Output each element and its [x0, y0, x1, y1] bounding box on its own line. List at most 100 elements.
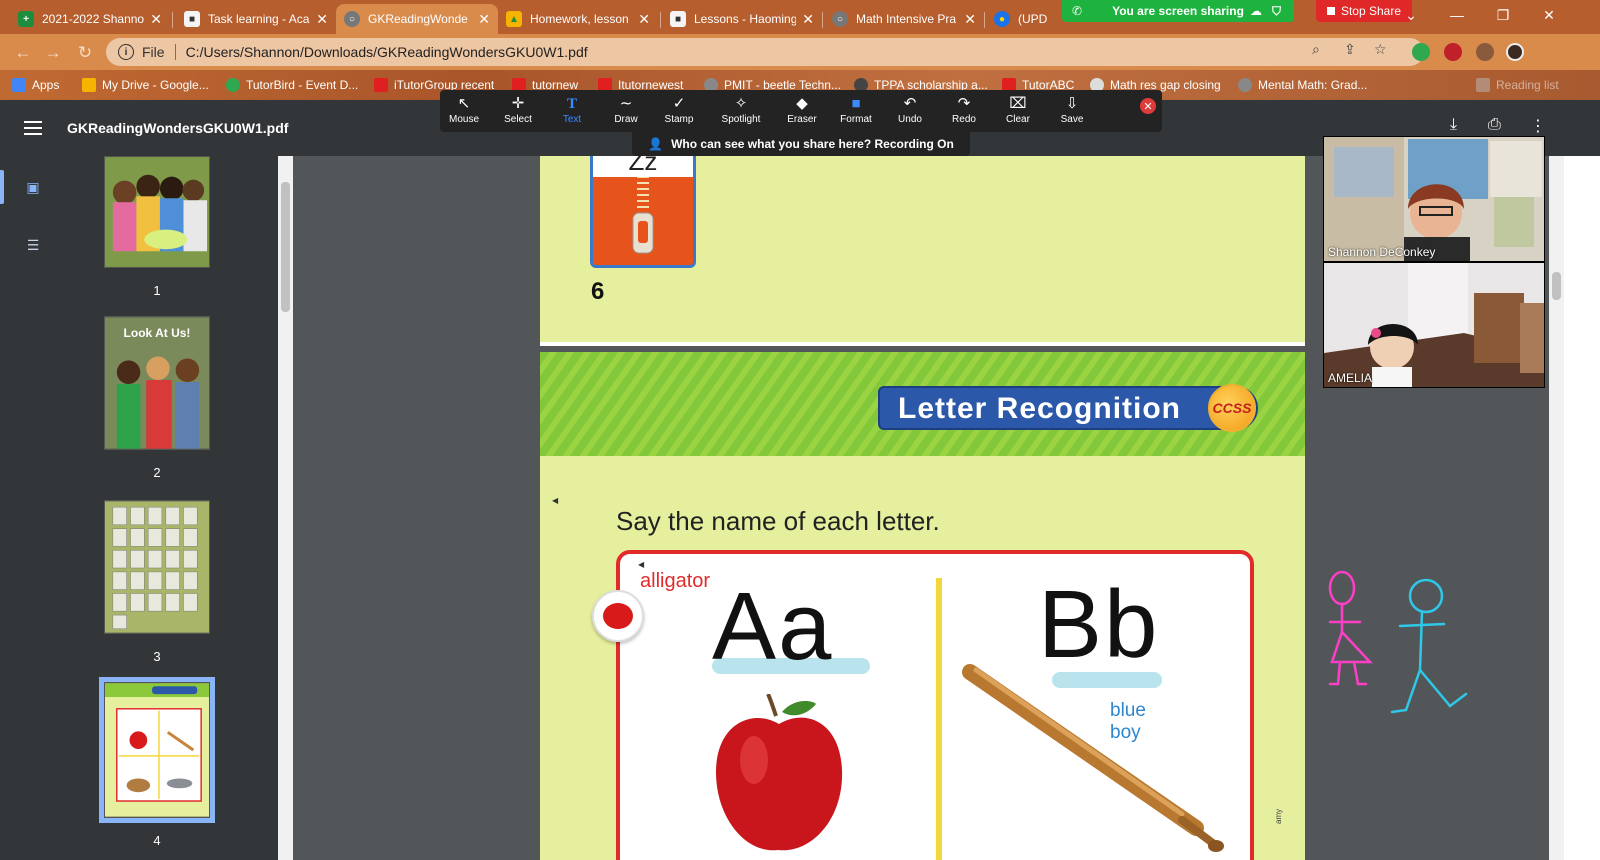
menu-icon[interactable]: [24, 121, 42, 135]
thumbnail-page-number: 3: [153, 649, 161, 664]
reload-icon[interactable]: ↻: [74, 42, 96, 64]
bookmark-apps[interactable]: Apps: [12, 76, 59, 94]
close-tab-icon[interactable]: ✕: [150, 11, 162, 28]
download-icon[interactable]: ⤓: [1450, 116, 1457, 134]
close-tab-icon[interactable]: ✕: [964, 11, 976, 28]
cursor-arrow-icon: ↖: [457, 95, 471, 112]
participant-video: [1324, 137, 1544, 261]
browser-toolbar: ← → ↻ i File C:/Users/Shannon/Downloads/…: [0, 34, 1600, 70]
pdf-file-title: GKReadingWondersGKU0W1.pdf: [67, 120, 289, 136]
scheme-label: File: [142, 44, 165, 60]
info-icon[interactable]: i: [118, 44, 134, 60]
globe-icon: [1238, 78, 1252, 92]
checkmark-icon: ✓: [672, 95, 686, 112]
close-annotation-icon[interactable]: ✕: [1140, 98, 1156, 114]
thumbnail-title: Look At Us!: [123, 326, 191, 340]
tool-clear[interactable]: ⌧ Clear: [991, 94, 1045, 130]
browser-tab[interactable]: + 2021-2022 Shanno ✕: [10, 4, 170, 34]
browser-tab[interactable]: ▲ Homework, lesson ✕: [498, 4, 658, 34]
page-thumbnail[interactable]: Look At Us! 2: [104, 316, 210, 480]
browser-tab-active[interactable]: ○ GKReadingWonde ✕: [336, 4, 498, 34]
person-icon: 👤: [648, 137, 664, 151]
address-bar[interactable]: i File C:/Users/Shannon/Downloads/GKRead…: [106, 38, 1424, 66]
audio-icon[interactable]: ◀: [638, 560, 644, 569]
magic-wand-icon: ✧: [734, 95, 748, 112]
tool-save[interactable]: ⇩ Save: [1045, 94, 1099, 130]
thumbnails-tab-icon[interactable]: ▣: [22, 176, 44, 198]
tool-stamp[interactable]: ✓ Stamp: [652, 94, 706, 130]
sharing-visibility-notice[interactable]: 👤 Who can see what you share here? Recor…: [632, 132, 970, 156]
forward-icon[interactable]: →: [42, 42, 64, 64]
outline-tab-icon[interactable]: ☰: [22, 234, 44, 256]
annotation-toolbar: ↖ Mouse ✛ Select T Text ∼ Draw ✓ Stamp ✧ Spotl…: [440, 90, 1162, 132]
document-icon: ■: [184, 11, 200, 27]
tool-format[interactable]: ■ Format: [829, 94, 883, 130]
copyright-text: amy: [1274, 808, 1283, 824]
tool-eraser[interactable]: ◆ Eraser: [775, 94, 829, 130]
tab-search-icon[interactable]: ⌄: [1388, 0, 1434, 30]
close-tab-icon[interactable]: ✕: [478, 11, 490, 28]
participant-video-tile[interactable]: AMELIA: [1323, 262, 1545, 388]
participant-name: Shannon DeConkey: [1328, 245, 1436, 259]
close-tab-icon[interactable]: ✕: [316, 11, 328, 28]
section-banner: Letter Recognition CCSS: [540, 352, 1305, 456]
more-options-icon[interactable]: ⋮: [1530, 116, 1546, 136]
move-arrows-icon: ✛: [511, 95, 525, 112]
tutorbird-icon: [226, 78, 240, 92]
tool-draw[interactable]: ∼ Draw: [599, 94, 653, 130]
tab-title: (UPD: [1018, 12, 1048, 26]
close-tab-icon[interactable]: ✕: [802, 11, 814, 28]
tab-title: Lessons - Haoming: [694, 12, 797, 26]
letter-card-zz: Zz: [590, 156, 696, 268]
page-number-label: 6: [591, 278, 605, 305]
page-thumbnail[interactable]: 3: [104, 500, 210, 664]
browser-tab[interactable]: ● (UPD: [986, 4, 1066, 34]
page-thumbnail[interactable]: 1: [104, 156, 210, 298]
print-icon[interactable]: ⎙: [1488, 116, 1501, 134]
bookmark-star-icon[interactable]: ☆: [1374, 41, 1387, 58]
participant-video-tile[interactable]: Shannon DeConkey: [1323, 136, 1545, 262]
screen-sharing-banner: ✆ You are screen sharing ☁ ⛉: [1062, 0, 1294, 22]
close-window-icon[interactable]: ✕: [1526, 0, 1572, 30]
tool-redo[interactable]: ↷ Redo: [937, 94, 991, 130]
back-icon[interactable]: ←: [12, 42, 34, 64]
word-alligator: alligator: [640, 570, 711, 592]
profile-avatar[interactable]: [1506, 43, 1524, 61]
shield-icon: ⛉: [1272, 3, 1282, 18]
tab-title: GKReadingWonde: [368, 12, 468, 26]
sharing-status-text: You are screen sharing: [1112, 4, 1244, 18]
minimize-icon[interactable]: —: [1434, 0, 1480, 30]
bookmark-item[interactable]: My Drive - Google...: [82, 76, 209, 94]
bookmark-item[interactable]: Mental Math: Grad...: [1238, 76, 1367, 94]
banner-title: Letter Recognition: [898, 392, 1182, 425]
share-icon[interactable]: ⇪: [1344, 41, 1356, 58]
tool-select[interactable]: ✛ Select: [491, 94, 545, 130]
evernote-extension-icon[interactable]: [1412, 43, 1430, 61]
browser-tab[interactable]: ■ Lessons - Haoming ✕: [662, 4, 822, 34]
page-thumbnail-selected[interactable]: 4: [99, 677, 215, 848]
globe-icon: ○: [832, 11, 848, 27]
apps-grid-icon: [12, 78, 26, 92]
pdf-page-current: Letter Recognition CCSS ◀ Say the name o…: [540, 352, 1305, 860]
sidebar-scrollbar[interactable]: [278, 156, 293, 860]
document-scrollbar[interactable]: [1549, 156, 1564, 860]
bookmark-item[interactable]: TutorBird - Event D...: [226, 76, 358, 94]
tool-mouse[interactable]: ↖ Mouse: [437, 94, 491, 130]
stop-icon: [1326, 7, 1335, 15]
zoom-icon[interactable]: ⌕: [1312, 41, 1320, 58]
drive-icon: ▲: [506, 11, 522, 27]
thumbnail-page-number: 2: [153, 465, 161, 480]
browser-tab[interactable]: ○ Math Intensive Pra ✕: [824, 4, 984, 34]
tool-spotlight[interactable]: ✧ Spotlight: [714, 94, 768, 130]
close-tab-icon[interactable]: ✕: [638, 11, 650, 28]
audio-icon[interactable]: ◀: [552, 496, 558, 505]
restore-icon[interactable]: ❐: [1480, 0, 1526, 30]
reading-list-icon: [1476, 78, 1490, 92]
banner-title-pill: Letter Recognition: [878, 386, 1258, 430]
browser-tab[interactable]: ■ Task learning - Aca ✕: [176, 4, 336, 34]
reading-list[interactable]: Reading list: [1476, 76, 1559, 94]
extensions-puzzle-icon[interactable]: [1476, 43, 1494, 61]
adblock-extension-icon[interactable]: [1444, 43, 1462, 61]
tool-text[interactable]: T Text: [545, 94, 599, 130]
tool-undo[interactable]: ↶ Undo: [883, 94, 937, 130]
